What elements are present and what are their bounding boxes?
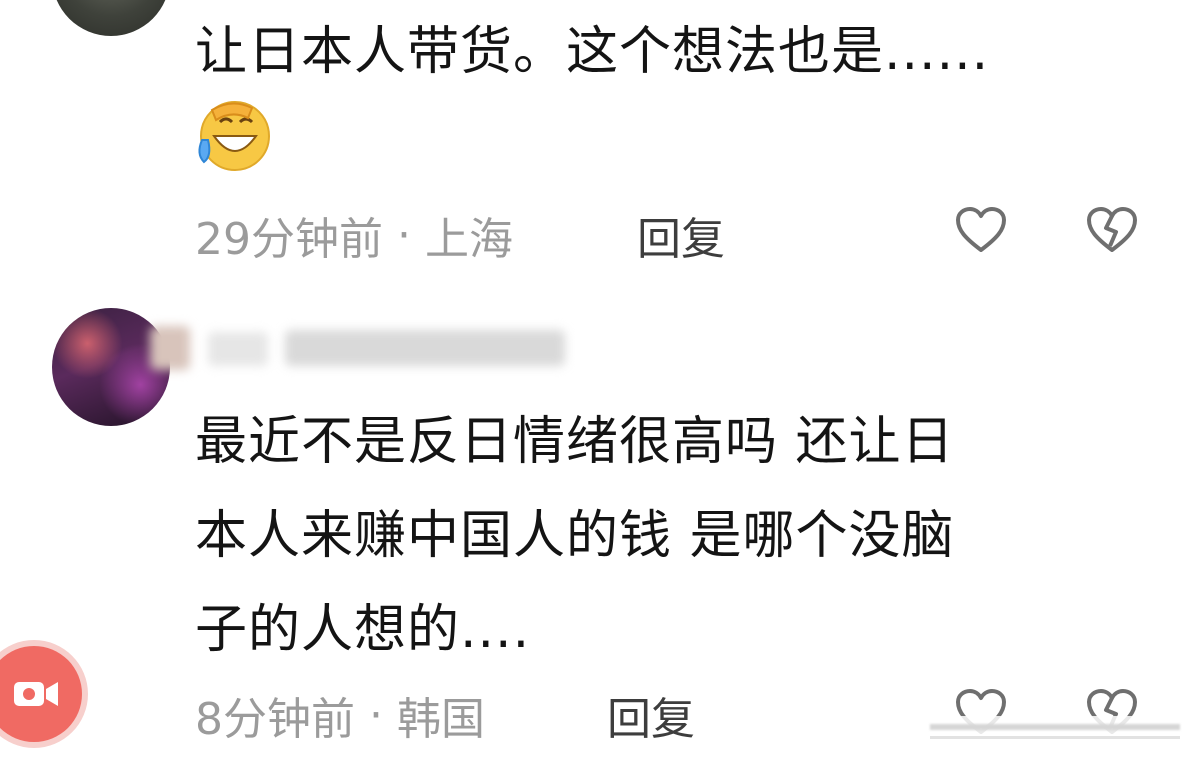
comment-meta: 8分钟前 · 韩国 — [195, 683, 485, 747]
watermark — [930, 716, 1180, 746]
meta-separator: · — [369, 689, 383, 741]
reply-button[interactable]: 回复 — [637, 203, 725, 267]
comment-time: 8分钟前 — [195, 694, 355, 745]
comment-text-line: 最近不是反日情绪很高吗 还让日 — [195, 412, 955, 472]
comment-text: 最近不是反日情绪很高吗 还让日 本人来赚中国人的钱 是哪个没脑 子的人想的...… — [195, 395, 955, 677]
comment-location: 上海 — [425, 214, 513, 265]
broken-heart-icon[interactable] — [1086, 206, 1138, 254]
avatar[interactable] — [52, 0, 170, 36]
video-button[interactable] — [0, 646, 82, 742]
username-blurred[interactable] — [150, 318, 580, 378]
comment-meta: 29分钟前 · 上海 — [195, 203, 513, 267]
comment-text: 让日本人带货。这个想法也是...... — [195, 22, 990, 82]
reply-button[interactable]: 回复 — [607, 683, 695, 747]
comment-time: 29分钟前 — [195, 214, 383, 265]
comment-text-line: 子的人想的.... — [195, 600, 531, 660]
heart-outline-icon[interactable] — [955, 206, 1007, 254]
video-camera-icon — [12, 676, 60, 712]
comment-location: 韩国 — [397, 694, 485, 745]
meta-separator: · — [397, 209, 411, 261]
comment-text-line: 本人来赚中国人的钱 是哪个没脑 — [195, 506, 955, 566]
laughing-crying-emoji-icon — [192, 96, 274, 174]
